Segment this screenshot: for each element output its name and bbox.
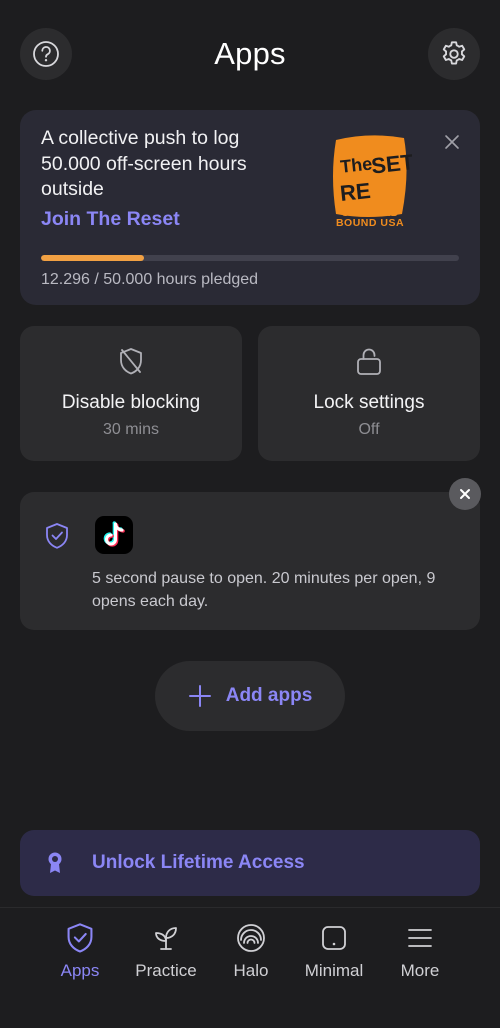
tab-label: More: [400, 961, 440, 980]
gear-icon: [442, 41, 466, 65]
shield-off-icon: [120, 348, 142, 375]
disable-blocking-tile[interactable]: Disable blocking 30 mins: [20, 326, 242, 461]
tab-more[interactable]: More: [378, 908, 462, 998]
tile-subtitle: Off: [358, 421, 380, 438]
close-icon[interactable]: [444, 134, 460, 150]
pledge-progress-label: 12.296 / 50.000 hours pledged: [41, 271, 259, 288]
svg-text:RE: RE: [339, 178, 372, 206]
lock-settings-tile[interactable]: Lock settings Off: [258, 326, 480, 461]
unlock-icon: [357, 348, 381, 375]
close-icon: [460, 489, 470, 499]
tab-label: Halo: [233, 961, 269, 980]
tile-title: Lock settings: [313, 392, 425, 413]
header: Apps: [20, 28, 480, 80]
page-title: Apps: [214, 36, 286, 71]
join-reset-link[interactable]: Join The Reset: [41, 208, 180, 231]
tile-subtitle: 30 mins: [102, 421, 160, 438]
menu-icon: [408, 929, 432, 947]
tab-label: Practice: [135, 961, 197, 980]
svg-text:The: The: [339, 154, 373, 177]
settings-button[interactable]: [428, 28, 480, 80]
bottom-tab-bar: Apps Practice Halo Minimal More: [0, 907, 500, 1028]
tab-halo[interactable]: Halo: [209, 908, 293, 998]
phone-square-icon: [322, 926, 346, 950]
tab-minimal[interactable]: Minimal: [292, 908, 376, 998]
tab-practice[interactable]: Practice: [124, 908, 208, 998]
app-rule-card[interactable]: 5 second pause to open. 20 minutes per o…: [20, 492, 480, 630]
plus-icon: [188, 685, 211, 707]
promo-text: A collective push to log 50.000 off-scre…: [41, 127, 247, 200]
unlock-lifetime-banner[interactable]: Unlock Lifetime Access: [20, 830, 480, 896]
shield-check-icon: [46, 523, 68, 549]
sprout-icon: [155, 927, 177, 950]
add-apps-label: Add apps: [225, 685, 313, 706]
add-apps-button[interactable]: Add apps: [155, 661, 345, 731]
svg-text:SET: SET: [370, 149, 412, 178]
reset-logo-subtitle: OUTWARD BOUND USA: [335, 207, 405, 229]
shield-check-icon: [67, 923, 93, 953]
remove-rule-button[interactable]: [449, 478, 481, 510]
reset-promo-card[interactable]: A collective push to log 50.000 off-scre…: [20, 110, 480, 305]
tab-label: Apps: [60, 961, 100, 980]
pledge-progress-bar: [41, 255, 459, 261]
tiktok-icon: [95, 516, 133, 554]
unlock-label: Unlock Lifetime Access: [92, 852, 305, 873]
rule-description: 5 second pause to open. 20 minutes per o…: [92, 570, 436, 610]
tab-label: Minimal: [304, 961, 364, 980]
pledge-progress-fill: [41, 255, 144, 261]
award-ribbon-icon: [48, 852, 62, 873]
halo-icon: [237, 924, 265, 952]
tile-title: Disable blocking: [61, 392, 201, 413]
tab-apps[interactable]: Apps: [38, 908, 122, 998]
